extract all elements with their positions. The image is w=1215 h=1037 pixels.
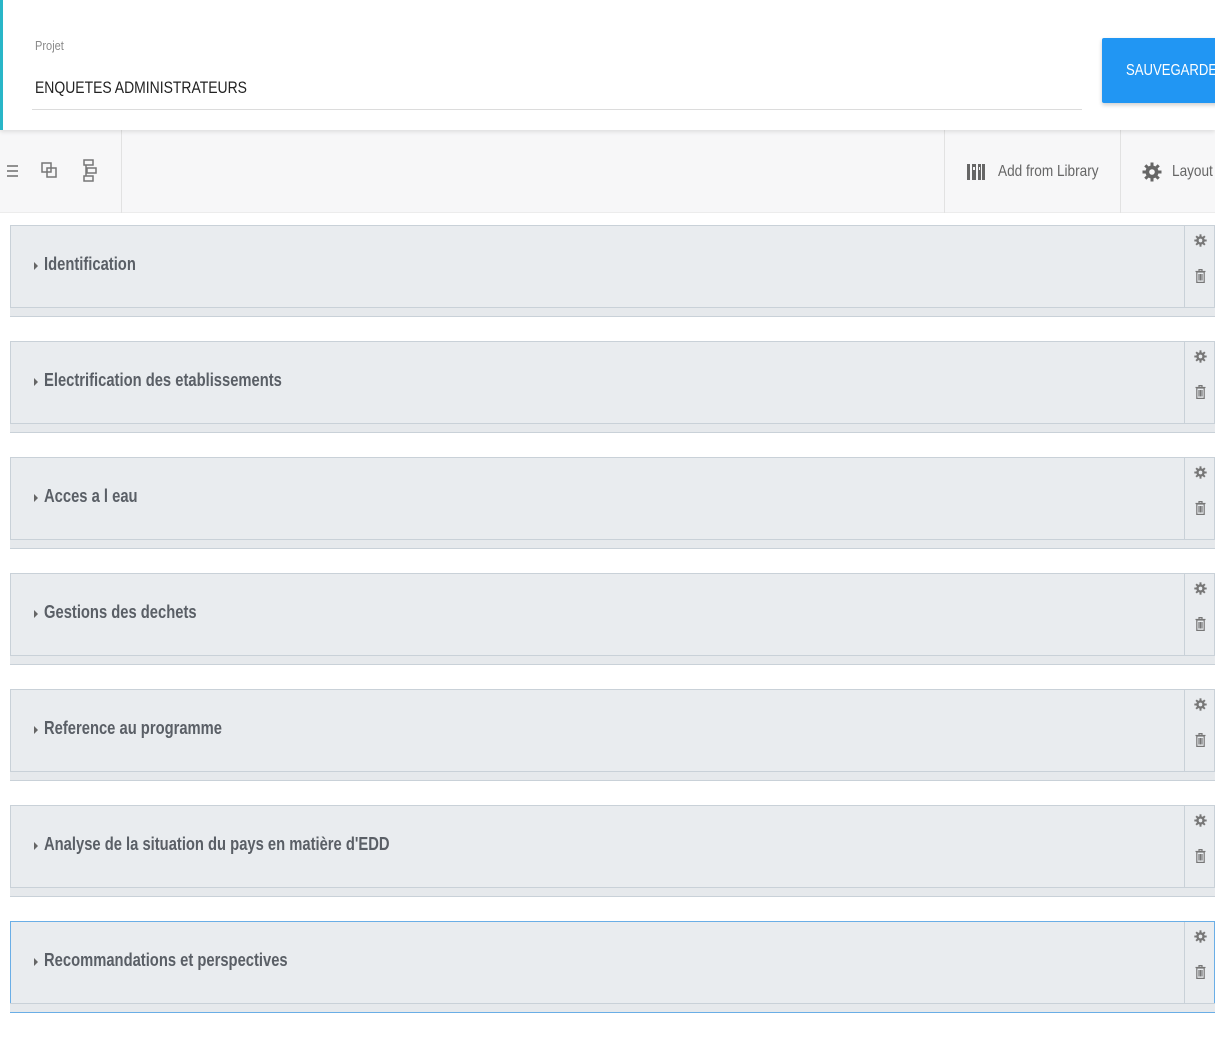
section-actions [1184, 226, 1214, 307]
duplicate-icon[interactable] [39, 158, 61, 184]
toolbar-divider [1120, 130, 1121, 213]
section-actions [1184, 574, 1214, 655]
delete-trash-icon[interactable] [1195, 501, 1206, 515]
section-panel-6[interactable]: Analyse de la situation du pays en matiè… [10, 805, 1215, 897]
sections-list: Identification Electrification des etabl… [10, 225, 1215, 1037]
caret-right-icon[interactable] [31, 376, 41, 388]
add-from-library-label: Add from Library [998, 162, 1099, 180]
section-settings-gear-icon[interactable] [1194, 582, 1207, 595]
section-settings-gear-icon[interactable] [1194, 234, 1207, 247]
section-panel-5[interactable]: Reference au programme [10, 689, 1215, 781]
section-settings-gear-icon[interactable] [1194, 930, 1207, 943]
delete-trash-icon[interactable] [1195, 385, 1206, 399]
caret-right-icon[interactable] [31, 840, 41, 852]
caret-right-icon[interactable] [31, 724, 41, 736]
section-title: Identification [44, 254, 136, 274]
section-footer-bar [10, 771, 1215, 781]
project-header: Projet ENQUETES ADMINISTRATEURS SAUVEGAR… [0, 0, 1215, 130]
delete-trash-icon[interactable] [1195, 269, 1206, 283]
project-name-input[interactable]: ENQUETES ADMINISTRATEURS [35, 78, 247, 98]
delete-trash-icon[interactable] [1195, 849, 1206, 863]
section-panel-3[interactable]: Acces a l eau [10, 457, 1215, 549]
section-actions [1184, 458, 1214, 539]
toolbar-divider [944, 130, 945, 213]
gear-icon [1142, 162, 1162, 182]
section-title: Reference au programme [44, 718, 223, 738]
section-footer-bar [10, 307, 1215, 317]
section-settings-gear-icon[interactable] [1194, 698, 1207, 711]
project-field-label: Projet [35, 38, 64, 53]
delete-trash-icon[interactable] [1195, 965, 1206, 979]
section-actions [1184, 922, 1214, 1003]
section-title: Recommandations et perspectives [44, 950, 288, 970]
tree-structure-icon[interactable] [80, 158, 102, 184]
section-panel-2[interactable]: Electrification des etablissements [10, 341, 1215, 433]
caret-right-icon[interactable] [31, 492, 41, 504]
section-title: Acces a l eau [44, 486, 138, 506]
save-button[interactable]: SAUVEGARDER [1102, 38, 1215, 103]
section-title: Analyse de la situation du pays en matiè… [44, 834, 390, 854]
section-footer-bar [10, 887, 1215, 897]
section-settings-gear-icon[interactable] [1194, 814, 1207, 827]
section-settings-gear-icon[interactable] [1194, 350, 1207, 363]
section-panel-4[interactable]: Gestions des dechets [10, 573, 1215, 665]
toolbar-divider [121, 130, 122, 213]
section-actions [1184, 342, 1214, 423]
add-from-library-button[interactable]: Add from Library [966, 130, 1116, 213]
layout-label: Layout [1172, 162, 1213, 180]
section-title: Electrification des etablissements [44, 370, 282, 390]
section-panel-7[interactable]: Recommandations et perspectives [10, 921, 1215, 1013]
caret-right-icon[interactable] [31, 956, 41, 968]
delete-trash-icon[interactable] [1195, 733, 1206, 747]
section-footer-bar [10, 423, 1215, 433]
section-actions [1184, 806, 1214, 887]
section-actions [1184, 690, 1214, 771]
project-name-field[interactable]: Projet ENQUETES ADMINISTRATEURS [32, 38, 1082, 110]
section-footer-bar [10, 539, 1215, 549]
section-footer-bar [10, 655, 1215, 665]
caret-right-icon[interactable] [31, 608, 41, 620]
form-builder-toolbar: Add from Library Layout [0, 130, 1215, 213]
library-books-icon [966, 162, 986, 182]
save-button-label: SAUVEGARDER [1126, 61, 1215, 79]
delete-trash-icon[interactable] [1195, 617, 1206, 631]
layout-button[interactable]: Layout [1142, 130, 1215, 213]
section-settings-gear-icon[interactable] [1194, 466, 1207, 479]
caret-right-icon[interactable] [31, 260, 41, 272]
section-title: Gestions des dechets [44, 602, 197, 622]
list-icon[interactable] [4, 158, 26, 184]
section-panel-1[interactable]: Identification [10, 225, 1215, 317]
